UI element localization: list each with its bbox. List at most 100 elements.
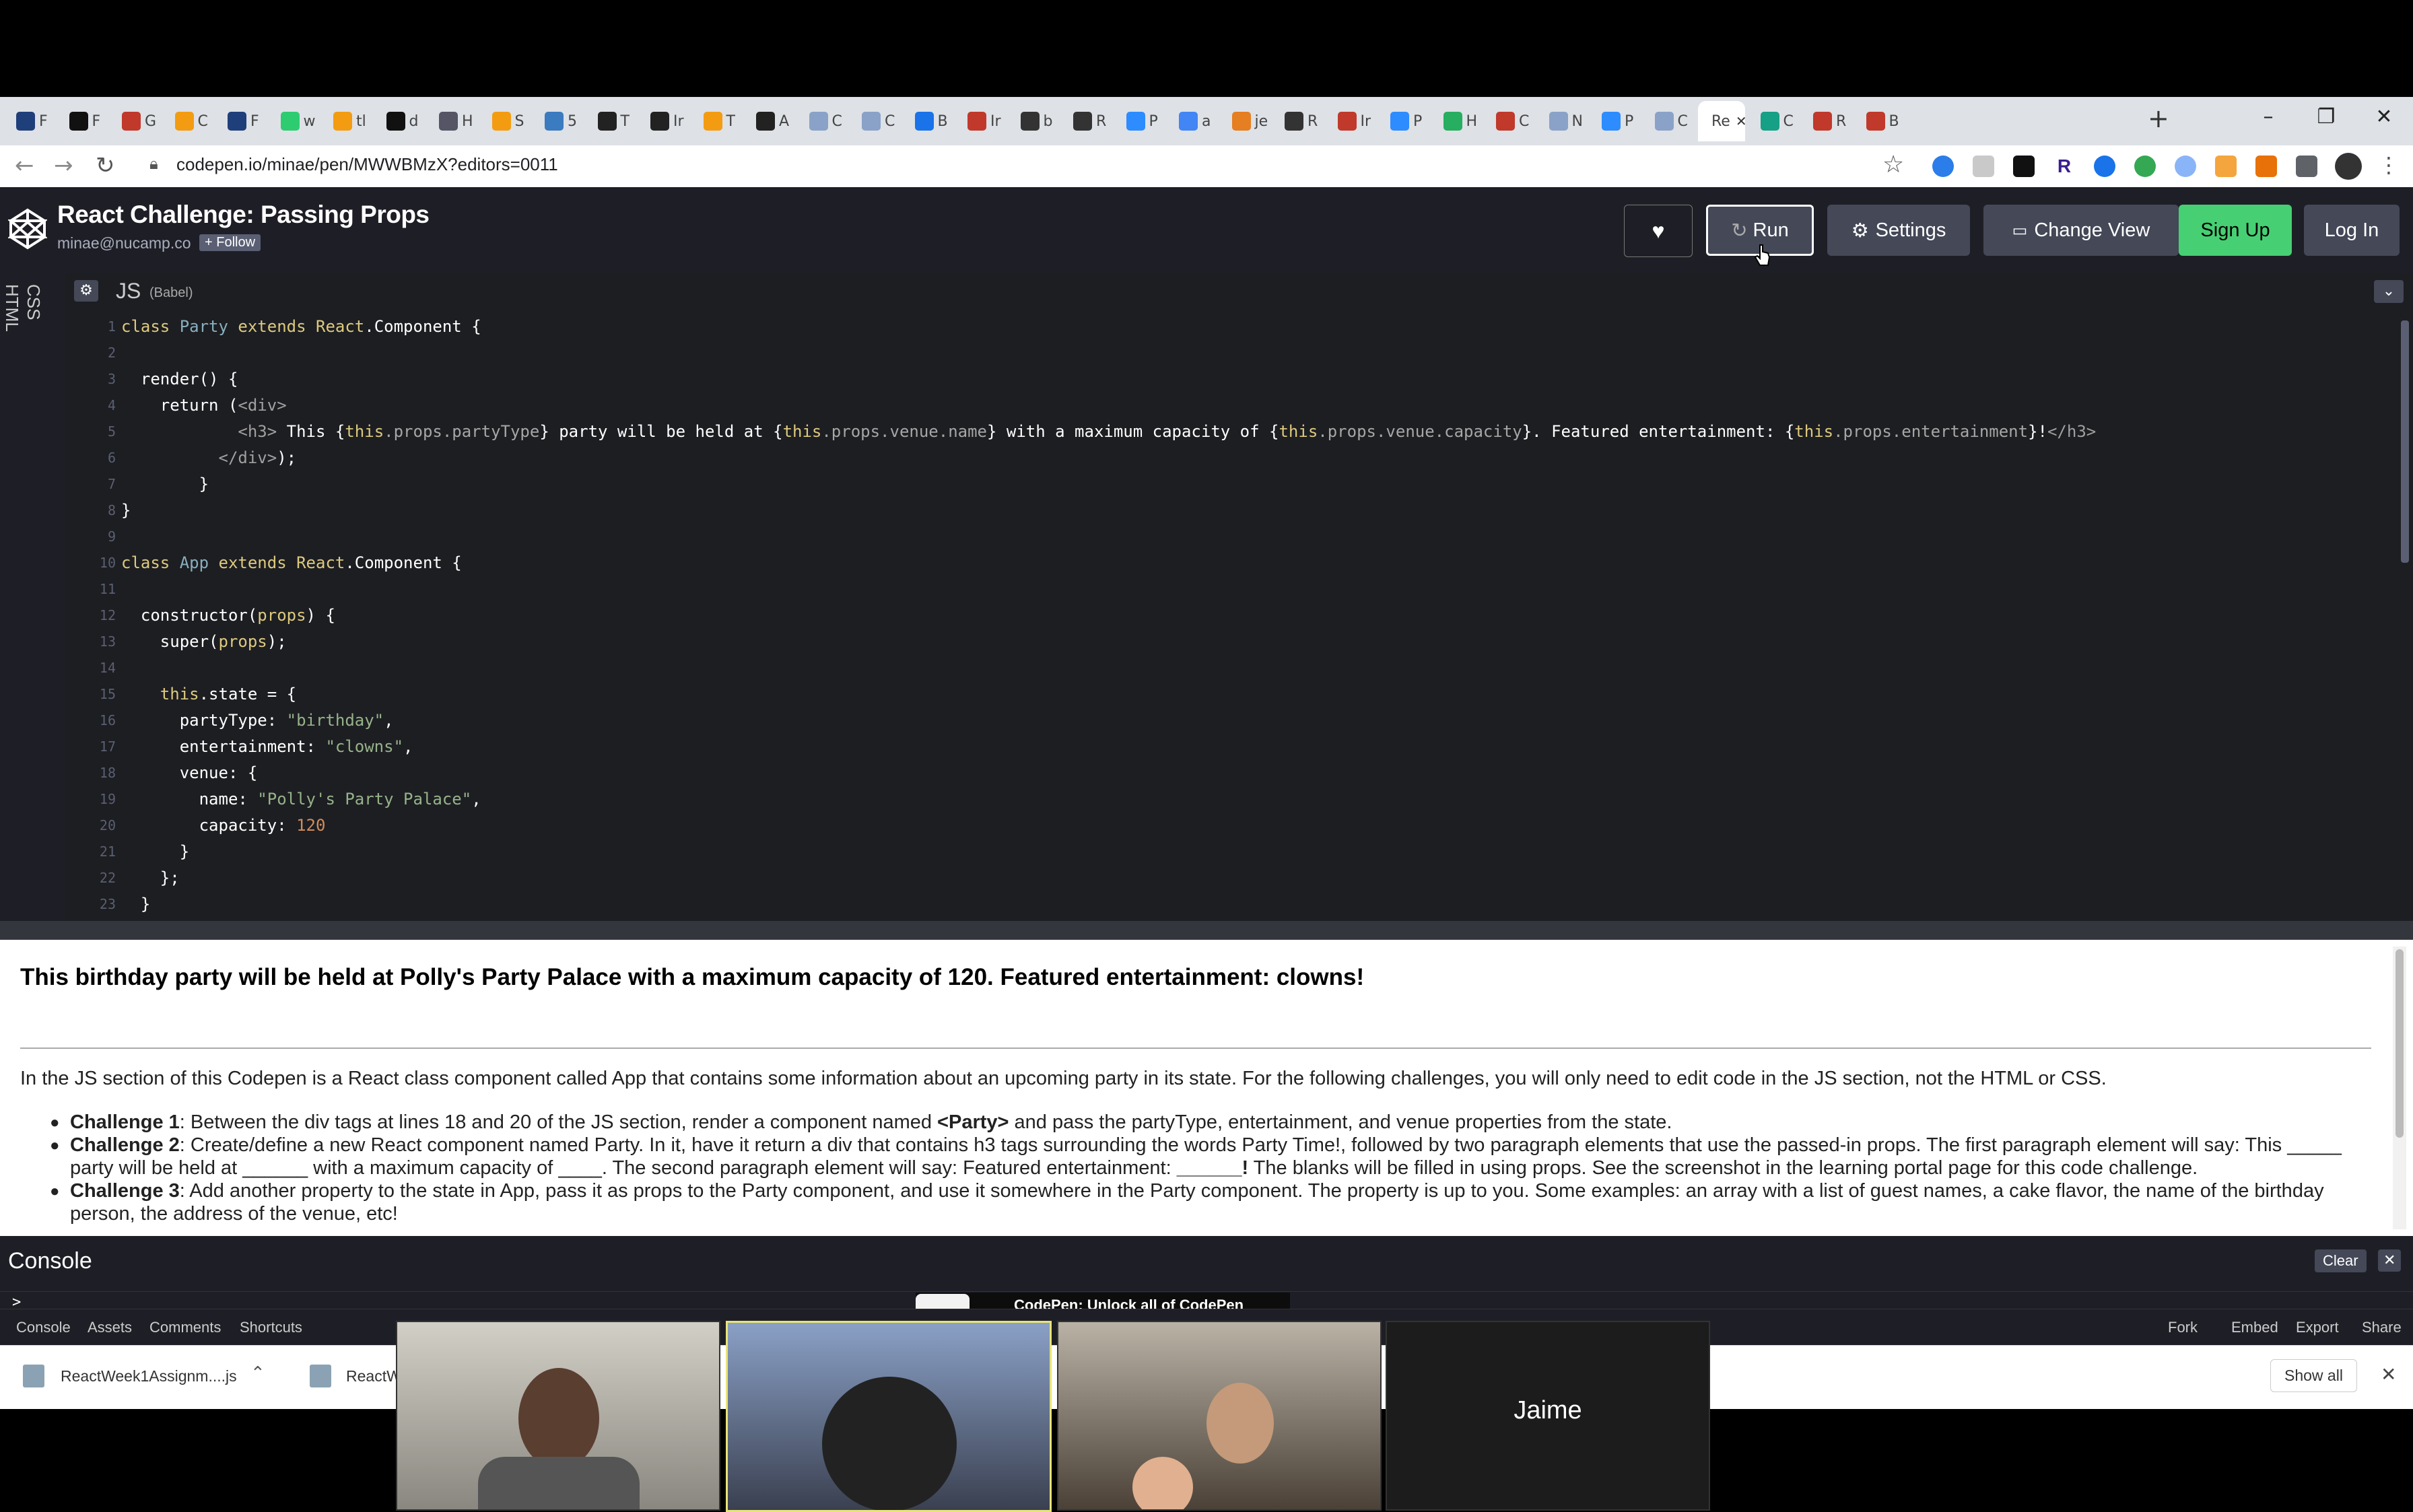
avatar[interactable] <box>2335 153 2362 180</box>
follow-button[interactable]: + Follow <box>199 234 261 251</box>
video-tile[interactable]: Jaime <box>1386 1321 1710 1511</box>
footer-export[interactable]: Export <box>2296 1319 2339 1336</box>
browser-tab[interactable]: F <box>7 101 54 141</box>
forward-icon[interactable]: → <box>54 152 73 179</box>
codepen-logo-icon[interactable] <box>8 207 47 250</box>
extension-icon[interactable] <box>2134 156 2156 177</box>
show-all-button[interactable]: Show all <box>2270 1359 2357 1392</box>
extension-icon[interactable] <box>2215 156 2237 177</box>
tab-css[interactable]: CSS <box>23 284 44 320</box>
footer-shortcuts[interactable]: Shortcuts <box>240 1319 302 1336</box>
editor-scrollbar[interactable] <box>2401 320 2409 563</box>
heart-button[interactable]: ♥ <box>1624 205 1693 257</box>
browser-tab[interactable]: C <box>1487 101 1534 141</box>
download-item[interactable]: ReactWeek1Assignm....js <box>61 1367 237 1385</box>
puzzle-icon[interactable] <box>2296 156 2317 177</box>
browser-tab[interactable]: je <box>1223 101 1270 141</box>
browser-tab[interactable]: Ir <box>1328 101 1375 141</box>
tab-html[interactable]: HTML <box>1 284 22 332</box>
tab-favicon-icon <box>597 112 617 131</box>
kebab-menu-icon[interactable]: ⋮ <box>2378 152 2400 178</box>
browser-tab[interactable]: T <box>588 101 636 141</box>
chevron-up-icon[interactable]: ⌃ <box>250 1363 265 1383</box>
browser-tab[interactable]: P <box>1381 101 1428 141</box>
tab-title: H <box>462 112 473 130</box>
browser-tab[interactable]: H <box>430 101 477 141</box>
browser-tab[interactable]: d <box>377 101 424 141</box>
tab-favicon-icon <box>1020 112 1040 131</box>
extension-icon[interactable] <box>2255 156 2277 177</box>
extension-icon[interactable] <box>1932 156 1954 177</box>
bookmark-star-icon[interactable]: ☆ <box>1882 151 1904 178</box>
browser-tab[interactable]: R <box>1804 101 1851 141</box>
browser-tab[interactable]: a <box>1169 101 1217 141</box>
pen-title[interactable]: React Challenge: Passing Props <box>57 201 430 229</box>
extension-icon[interactable] <box>2175 156 2196 177</box>
chevron-down-icon[interactable]: ⌄ <box>2374 280 2404 303</box>
code-area[interactable]: 1 2 3 4 5 6 7 8 9 10 11 12 13 14 15 16 1… <box>65 310 2381 921</box>
reload-icon[interactable]: ↻ <box>96 152 115 179</box>
browser-tab[interactable]: w <box>271 101 318 141</box>
browser-tab[interactable]: F <box>218 101 265 141</box>
close-downloads-icon[interactable]: ✕ <box>2381 1363 2396 1385</box>
back-icon[interactable]: ← <box>15 152 34 179</box>
settings-button[interactable]: ⚙ Settings <box>1827 205 1970 256</box>
new-tab-icon[interactable]: + <box>2148 104 2169 133</box>
restore-icon[interactable]: ❐ <box>2297 97 2355 137</box>
js-editor[interactable]: ⚙ JS (Babel) ⌄ 1 2 3 4 5 6 7 8 9 10 11 1… <box>65 273 2413 921</box>
browser-tab[interactable]: B <box>1857 101 1904 141</box>
editor-settings-gear-icon[interactable]: ⚙ <box>74 280 98 302</box>
browser-tab[interactable]: Re ✕ <box>1698 101 1747 141</box>
browser-tab[interactable]: Ir <box>641 101 688 141</box>
log-in-button[interactable]: Log In <box>2304 205 2400 256</box>
browser-tab[interactable]: tl <box>324 101 371 141</box>
browser-tab[interactable]: T <box>694 101 741 141</box>
browser-tab[interactable]: 5 <box>535 101 582 141</box>
browser-tab[interactable]: C <box>1645 101 1693 141</box>
footer-assets[interactable]: Assets <box>88 1319 132 1336</box>
extension-icon[interactable] <box>1973 156 1994 177</box>
extension-icon[interactable] <box>2013 156 2035 177</box>
url-field[interactable]: codepen.io/minae/pen/MWWBMzX?editors=001… <box>176 154 558 175</box>
browser-tab[interactable]: b <box>1011 101 1058 141</box>
code-line: class Party extends React.Component { <box>121 317 481 336</box>
browser-tab[interactable]: Ir <box>958 101 1005 141</box>
browser-tab[interactable]: C <box>852 101 899 141</box>
footer-comments[interactable]: Comments <box>149 1319 221 1336</box>
browser-tab[interactable]: C <box>800 101 847 141</box>
browser-tab[interactable]: H <box>1434 101 1481 141</box>
browser-tab[interactable]: P <box>1117 101 1164 141</box>
close-console-icon[interactable]: ✕ <box>2378 1249 2402 1272</box>
browser-tab[interactable]: R <box>1275 101 1322 141</box>
js-file-icon <box>310 1365 331 1387</box>
footer-fork[interactable]: Fork <box>2168 1319 2198 1336</box>
browser-tab[interactable]: S <box>483 101 530 141</box>
download-item[interactable]: ReactW <box>346 1367 401 1385</box>
footer-console[interactable]: Console <box>16 1319 71 1336</box>
browser-tab[interactable]: F <box>60 101 107 141</box>
browser-tab[interactable]: R <box>1064 101 1111 141</box>
browser-tab[interactable]: N <box>1540 101 1587 141</box>
sign-up-button[interactable]: Sign Up <box>2179 205 2292 256</box>
footer-embed[interactable]: Embed <box>2231 1319 2278 1336</box>
browser-tab[interactable]: B <box>906 101 953 141</box>
close-tab-icon[interactable]: ✕ <box>1736 113 1747 129</box>
video-tile[interactable] <box>396 1321 720 1511</box>
preview-scrollbar[interactable] <box>2393 947 2406 1229</box>
browser-tab[interactable]: P <box>1592 101 1639 141</box>
browser-tab[interactable]: G <box>112 101 160 141</box>
close-window-icon[interactable]: ✕ <box>2355 97 2413 137</box>
minimize-icon[interactable]: – <box>2239 97 2297 137</box>
clear-console-button[interactable]: Clear <box>2315 1249 2367 1272</box>
extension-icon[interactable] <box>2094 156 2115 177</box>
pen-author[interactable]: minae@nucamp.co <box>57 234 191 252</box>
browser-tab[interactable]: A <box>747 101 794 141</box>
video-tile[interactable] <box>1057 1321 1382 1511</box>
editor-resizer[interactable] <box>0 921 2413 940</box>
browser-tab[interactable]: C <box>166 101 213 141</box>
extension-icon[interactable]: R <box>2053 156 2075 177</box>
footer-share[interactable]: Share <box>2362 1319 2402 1336</box>
change-view-button[interactable]: ▭ Change View <box>1983 205 2179 256</box>
browser-tab[interactable]: C <box>1751 101 1798 141</box>
video-tile-active-speaker[interactable] <box>726 1321 1052 1512</box>
